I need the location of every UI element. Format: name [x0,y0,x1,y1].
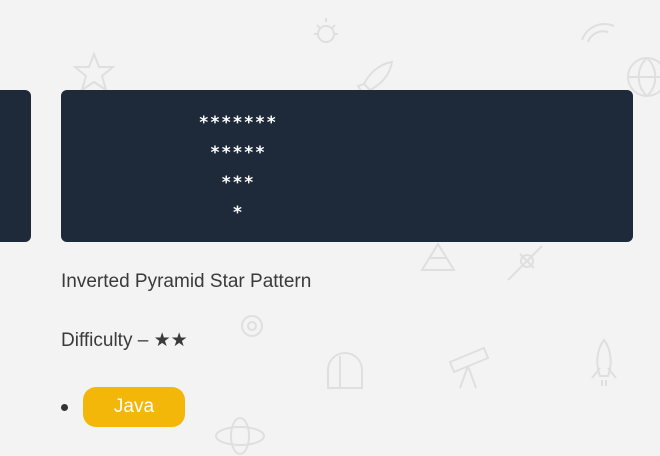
atom-doodle-icon [215,417,265,455]
gear-doodle-icon [241,315,263,337]
pyramid-doodle-icon [420,242,456,271]
sun-doodle-icon [314,18,338,43]
pattern-line: ******* [198,113,278,133]
pattern-output-card[interactable]: ******* ***** *** * [61,90,633,242]
difficulty-rating: Difficulty – ★★ [61,329,188,352]
pattern-title: Inverted Pyramid Star Pattern [61,271,312,292]
previous-pattern-card[interactable] [0,90,31,242]
tag-list: Java [61,387,185,427]
pattern-line: *** [221,173,255,193]
pattern-line: ***** [209,143,267,163]
star-doodle-icon [72,51,116,93]
wifi-doodle-icon [581,23,615,43]
difficulty-separator: – [132,330,154,351]
pattern-line: * [232,203,244,223]
difficulty-label: Difficulty [61,330,133,351]
telescope-doodle-icon [448,346,490,389]
satellite-doodle-icon [507,245,543,281]
list-bullet [61,403,68,411]
difficulty-stars: ★★ [153,330,188,351]
shuttle-doodle-icon [591,338,617,386]
star-pattern: ******* ***** *** * [191,108,285,228]
observatory-doodle-icon [327,352,363,389]
tag-java[interactable]: Java [83,387,185,427]
